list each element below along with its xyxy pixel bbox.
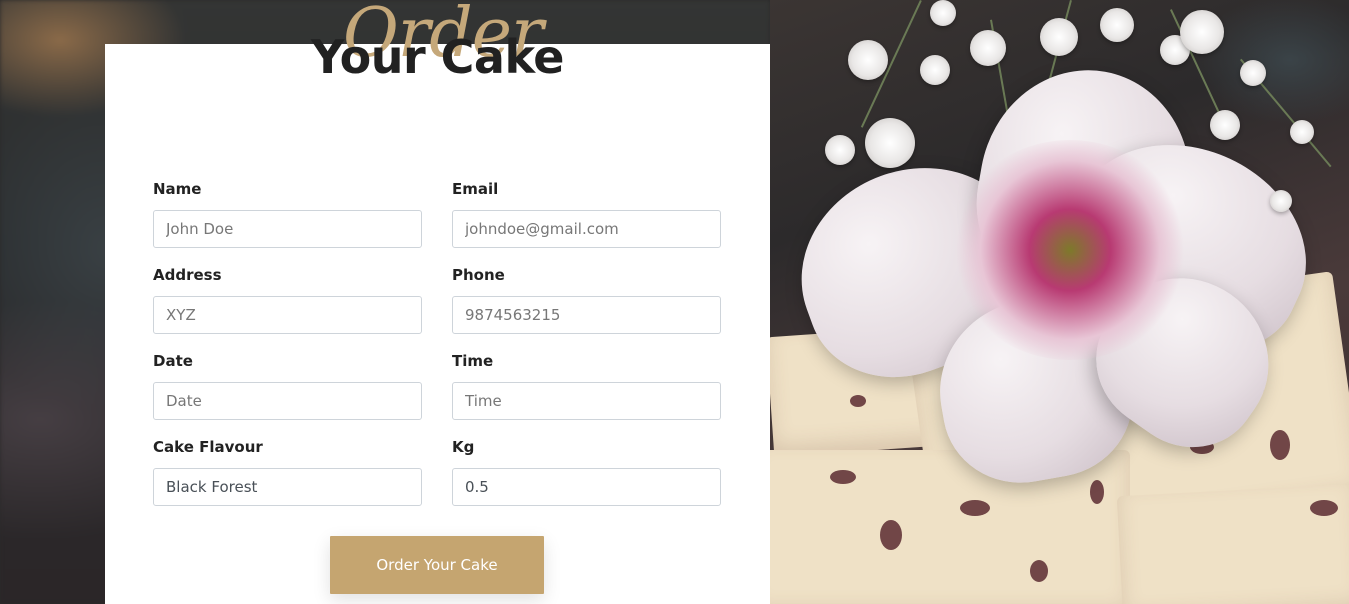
order-form-card: Order Your Cake Name Email Address Phone… (105, 0, 770, 604)
kg-input[interactable] (452, 468, 721, 506)
time-label: Time (452, 352, 494, 370)
time-input[interactable] (452, 382, 721, 420)
cake-flavour-input[interactable] (153, 468, 422, 506)
phone-field-group: Phone (452, 266, 721, 334)
heading-title: Your Cake (311, 30, 565, 84)
phone-input[interactable] (452, 296, 721, 334)
name-label: Name (153, 180, 202, 198)
date-label: Date (153, 352, 193, 370)
date-field-group: Date (153, 352, 422, 420)
address-label: Address (153, 266, 222, 284)
form-heading: Order Your Cake (105, 0, 770, 130)
date-input[interactable] (153, 382, 422, 420)
order-your-cake-button[interactable]: Order Your Cake (330, 536, 544, 594)
cake-flower-photo (770, 0, 1349, 604)
address-field-group: Address (153, 266, 422, 334)
address-input[interactable] (153, 296, 422, 334)
kg-field-group: Kg (452, 438, 721, 506)
kg-label: Kg (452, 438, 475, 456)
email-label: Email (452, 180, 499, 198)
cake-flavour-field-group: Cake Flavour (153, 438, 422, 506)
email-input[interactable] (452, 210, 721, 248)
time-field-group: Time (452, 352, 721, 420)
email-field-group: Email (452, 180, 721, 248)
phone-label: Phone (452, 266, 505, 284)
name-input[interactable] (153, 210, 422, 248)
name-field-group: Name (153, 180, 422, 248)
cake-flavour-label: Cake Flavour (153, 438, 263, 456)
